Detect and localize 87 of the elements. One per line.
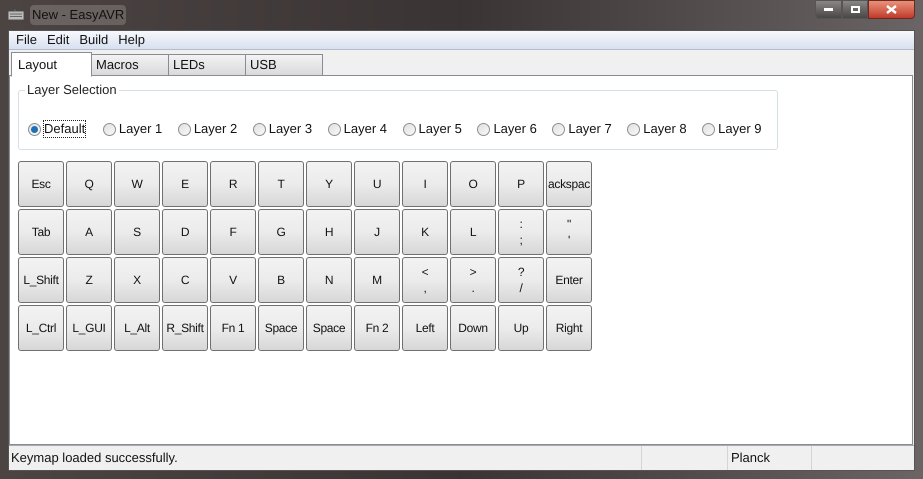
radio-label: Layer 2 <box>194 121 238 137</box>
key-button[interactable]: R_Shift <box>162 305 208 351</box>
key-button[interactable]: A <box>66 209 112 255</box>
key-button[interactable]: L_Alt <box>114 305 160 351</box>
menu-item[interactable]: Help <box>115 30 148 50</box>
maximize-button[interactable] <box>842 0 868 19</box>
radio-label: Layer 7 <box>568 121 612 137</box>
keyboard-name: Planck <box>728 446 812 470</box>
tab[interactable]: Layout <box>11 52 92 77</box>
key-button[interactable]: Q <box>66 161 112 207</box>
key-button[interactable]: Fn 1 <box>210 305 256 351</box>
key-button[interactable]: G <box>258 209 304 255</box>
keyboard-icon <box>8 8 24 20</box>
radio-button[interactable] <box>328 122 341 136</box>
key-button[interactable]: Space <box>258 305 304 351</box>
radio-label: Layer 9 <box>718 121 762 137</box>
key-button[interactable]: E <box>162 161 208 207</box>
key-button[interactable]: L_Shift <box>18 257 64 303</box>
key-button[interactable]: L_Ctrl <box>18 305 64 351</box>
key-button[interactable]: Esc <box>18 161 64 207</box>
key-button[interactable]: O <box>450 161 496 207</box>
key-button[interactable]: Y <box>306 161 352 207</box>
key-button[interactable]: < , <box>402 257 448 303</box>
key-button[interactable]: D <box>162 209 208 255</box>
key-button[interactable]: U <box>354 161 400 207</box>
key-button[interactable]: P <box>498 161 544 207</box>
key-button[interactable]: I <box>402 161 448 207</box>
minimize-icon <box>824 8 833 11</box>
radio-button[interactable] <box>552 122 566 136</box>
status-message: Keymap loaded successfully. <box>9 446 642 470</box>
key-button[interactable]: L_GUI <box>66 305 112 351</box>
key-button[interactable]: C <box>162 257 208 303</box>
key-button[interactable]: ? / <box>498 257 544 303</box>
radio-button[interactable] <box>178 122 191 136</box>
radio-label: Layer 4 <box>344 121 387 137</box>
radio-button[interactable] <box>102 122 116 136</box>
radio-label: Layer 6 <box>493 121 537 137</box>
radio-label: Layer 1 <box>118 121 162 137</box>
key-button[interactable]: Fn 2 <box>354 305 400 351</box>
key-button[interactable]: " ' <box>546 209 592 255</box>
key-button[interactable]: B <box>258 257 304 303</box>
radio-button[interactable] <box>702 122 716 136</box>
key-button[interactable]: Left <box>402 305 448 351</box>
key-button[interactable]: F <box>210 209 256 255</box>
key-button[interactable]: L <box>450 209 496 255</box>
key-button[interactable]: Space <box>306 305 352 351</box>
radio-button[interactable] <box>28 122 41 136</box>
key-button[interactable]: H <box>306 209 352 255</box>
key-button[interactable]: V <box>210 257 256 303</box>
key-button[interactable]: Tab <box>18 209 64 255</box>
key-button[interactable]: M <box>354 257 400 303</box>
radio-label: Default <box>44 121 86 137</box>
key-button[interactable]: ackspac <box>546 161 592 207</box>
tab[interactable]: LEDs <box>168 54 246 76</box>
key-button[interactable]: K <box>402 209 448 255</box>
minimize-button[interactable] <box>815 0 842 19</box>
radio-button[interactable] <box>402 122 416 136</box>
key-button[interactable]: X <box>114 257 160 303</box>
menu-item[interactable]: Build <box>76 30 112 50</box>
group-title: Layer Selection <box>25 82 119 98</box>
radio-label: Layer 5 <box>418 121 462 137</box>
key-button[interactable]: T <box>258 161 304 207</box>
key-button[interactable]: > . <box>450 257 496 303</box>
menu-item[interactable]: File <box>13 30 40 50</box>
radio-button[interactable] <box>252 122 266 136</box>
close-button[interactable] <box>868 0 915 19</box>
radio-label: Layer 8 <box>643 121 687 137</box>
key-button[interactable]: R <box>210 161 256 207</box>
key-button[interactable]: Enter <box>546 257 592 303</box>
key-button[interactable]: Up <box>498 305 544 351</box>
key-button[interactable]: Right <box>546 305 592 351</box>
key-button[interactable]: Down <box>450 305 496 351</box>
tab[interactable]: USB <box>245 54 323 76</box>
key-button[interactable]: W <box>114 161 160 207</box>
key-button[interactable]: Z <box>66 257 112 303</box>
key-button[interactable]: : ; <box>498 209 544 255</box>
key-button[interactable]: N <box>306 257 352 303</box>
maximize-icon <box>850 6 860 13</box>
radio-button[interactable] <box>477 122 490 136</box>
tab[interactable]: Macros <box>91 54 169 76</box>
window-title: New - EasyAVR <box>30 5 126 24</box>
radio-label: Layer 3 <box>268 121 312 137</box>
menu-item[interactable]: Edit <box>44 30 72 50</box>
close-icon <box>886 5 897 14</box>
radio-button[interactable] <box>627 122 640 136</box>
key-button[interactable]: S <box>114 209 160 255</box>
key-button[interactable]: J <box>354 209 400 255</box>
